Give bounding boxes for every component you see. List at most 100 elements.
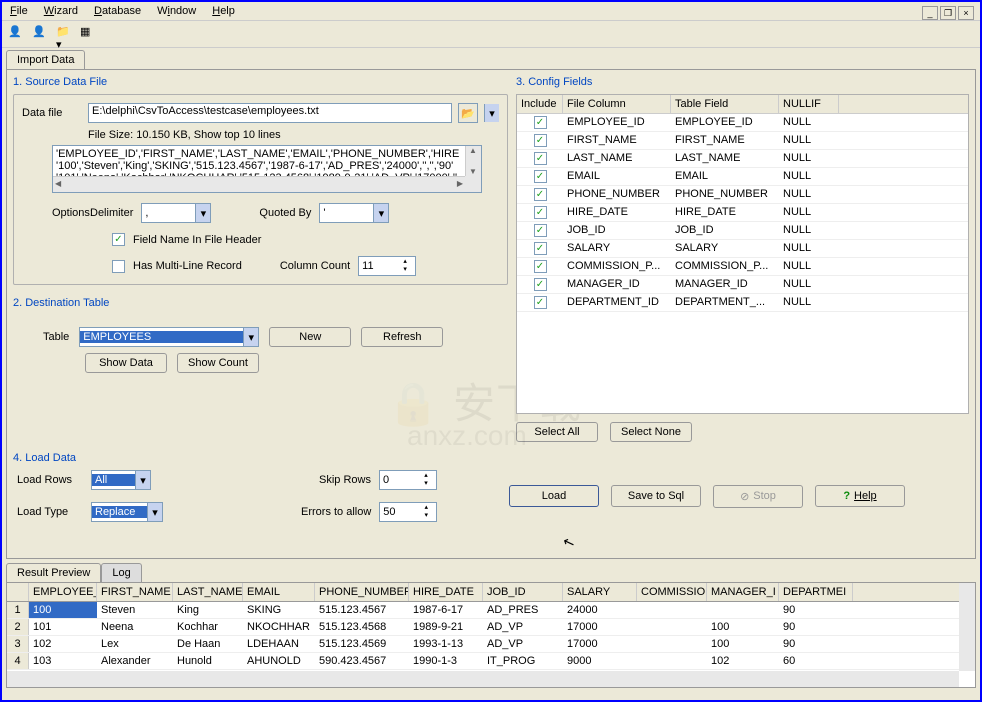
tab-log[interactable]: Log <box>101 563 141 582</box>
result-vscroll[interactable] <box>959 583 975 671</box>
config-row[interactable]: ✓DEPARTMENT_IDDEPARTMENT_...NULL <box>517 294 968 312</box>
config-row[interactable]: ✓COMMISSION_P...COMMISSION_P...NULL <box>517 258 968 276</box>
col-file-column[interactable]: File Column <box>563 95 671 113</box>
show-data-button[interactable]: Show Data <box>85 353 167 373</box>
result-hscroll[interactable] <box>7 671 959 687</box>
help-button[interactable]: ?Help <box>815 485 905 507</box>
menu-database[interactable]: Database <box>94 5 141 17</box>
include-checkbox[interactable]: ✓ <box>534 170 547 183</box>
result-header[interactable]: EMAIL <box>243 583 315 601</box>
include-checkbox[interactable]: ✓ <box>534 134 547 147</box>
result-header[interactable]: FIRST_NAME <box>97 583 173 601</box>
chevron-down-icon[interactable]: ▾ <box>147 503 162 521</box>
menu-wizard[interactable]: Wizard <box>44 5 78 17</box>
cursor-icon: ↖ <box>560 533 577 553</box>
app-window: File Wizard Database Window Help _ ❐ × 👤… <box>0 0 982 702</box>
save-to-sql-button[interactable]: Save to Sql <box>611 485 701 507</box>
stop-button[interactable]: ⊘Stop <box>713 485 803 508</box>
include-checkbox[interactable]: ✓ <box>534 152 547 165</box>
tab-result-preview[interactable]: Result Preview <box>6 563 101 582</box>
chevron-down-icon[interactable]: ▾ <box>195 204 210 222</box>
include-checkbox[interactable]: ✓ <box>534 260 547 273</box>
menu-window[interactable]: Window <box>157 5 196 17</box>
load-rows-combo[interactable]: All▾ <box>91 470 151 490</box>
include-checkbox[interactable]: ✓ <box>534 224 547 237</box>
result-header[interactable]: DEPARTMEI <box>779 583 853 601</box>
result-header[interactable]: HIRE_DATE <box>409 583 483 601</box>
config-row[interactable]: ✓SALARYSALARYNULL <box>517 240 968 258</box>
user-icon[interactable]: 👤 <box>8 25 26 43</box>
load-type-label: Load Type <box>13 506 83 518</box>
chevron-down-icon[interactable]: ▾ <box>243 328 258 346</box>
result-row[interactable]: 3102LexDe HaanLDEHAAN515.123.45691993-1-… <box>7 636 975 653</box>
result-header[interactable]: PHONE_NUMBER <box>315 583 409 601</box>
field-name-header-label: Field Name In File Header <box>133 234 261 246</box>
config-row[interactable]: ✓EMPLOYEE_IDEMPLOYEE_IDNULL <box>517 114 968 132</box>
minimize-button[interactable]: _ <box>922 6 938 20</box>
result-header[interactable]: LAST_NAME <box>173 583 243 601</box>
load-rows-label: Load Rows <box>13 474 83 486</box>
include-checkbox[interactable]: ✓ <box>534 296 547 309</box>
field-name-header-checkbox[interactable]: ✓ <box>112 233 125 246</box>
table-label: Table <box>43 331 69 343</box>
file-open-button[interactable]: 📂 <box>458 103 478 123</box>
result-header[interactable]: MANAGER_I <box>707 583 779 601</box>
file-dropdown-button[interactable]: ▾ <box>484 104 499 122</box>
help-icon: ? <box>843 490 850 502</box>
result-header[interactable]: JOB_ID <box>483 583 563 601</box>
menu-file[interactable]: File <box>10 5 28 17</box>
multiline-checkbox[interactable] <box>112 260 125 273</box>
chevron-down-icon[interactable]: ▾ <box>373 204 388 222</box>
folder-icon[interactable]: 📁▾ <box>56 25 74 43</box>
result-grid[interactable]: EMPLOYEE_ FIRST_NAME LAST_NAME EMAIL PHO… <box>6 582 976 688</box>
result-header[interactable]: COMMISSIO <box>637 583 707 601</box>
result-row[interactable]: 1100StevenKingSKING515.123.45671987-6-17… <box>7 602 975 619</box>
result-header[interactable]: SALARY <box>563 583 637 601</box>
show-count-button[interactable]: Show Count <box>177 353 259 373</box>
include-checkbox[interactable]: ✓ <box>534 116 547 129</box>
data-file-input[interactable]: E:\delphi\CsvToAccess\testcase\employees… <box>88 103 452 123</box>
config-row[interactable]: ✓FIRST_NAMEFIRST_NAMENULL <box>517 132 968 150</box>
config-fields-grid[interactable]: Include File Column Table Field NULLIF ✓… <box>516 94 969 414</box>
result-header[interactable]: EMPLOYEE_ <box>29 583 97 601</box>
config-row[interactable]: ✓EMAILEMAILNULL <box>517 168 968 186</box>
column-count-input[interactable]: ▴▾ <box>358 256 416 276</box>
include-checkbox[interactable]: ✓ <box>534 278 547 291</box>
include-checkbox[interactable]: ✓ <box>534 206 547 219</box>
table-combo[interactable]: EMPLOYEES▾ <box>79 327 259 347</box>
config-row[interactable]: ✓PHONE_NUMBERPHONE_NUMBERNULL <box>517 186 968 204</box>
menu-help[interactable]: Help <box>212 5 235 17</box>
select-none-button[interactable]: Select None <box>610 422 692 442</box>
errors-allow-label: Errors to allow <box>301 506 371 518</box>
include-checkbox[interactable]: ✓ <box>534 242 547 255</box>
multiline-label: Has Multi-Line Record <box>133 260 242 272</box>
delimiter-combo[interactable]: ,▾ <box>141 203 211 223</box>
select-all-button[interactable]: Select All <box>516 422 598 442</box>
load-type-combo[interactable]: Replace▾ <box>91 502 163 522</box>
close-button[interactable]: × <box>958 6 974 20</box>
config-row[interactable]: ✓HIRE_DATEHIRE_DATENULL <box>517 204 968 222</box>
errors-allow-input[interactable]: ▴▾ <box>379 502 437 522</box>
config-row[interactable]: ✓JOB_IDJOB_IDNULL <box>517 222 968 240</box>
preview-vscroll[interactable] <box>465 146 481 176</box>
grid-icon[interactable]: ▦ <box>80 25 98 43</box>
restore-button[interactable]: ❐ <box>940 6 956 20</box>
config-row[interactable]: ✓LAST_NAMELAST_NAMENULL <box>517 150 968 168</box>
new-button[interactable]: New <box>269 327 351 347</box>
skip-rows-input[interactable]: ▴▾ <box>379 470 437 490</box>
preview-hscroll[interactable] <box>53 176 465 192</box>
result-row[interactable]: 2101NeenaKochharNKOCHHAR515.123.45681989… <box>7 619 975 636</box>
col-include[interactable]: Include <box>517 95 563 113</box>
tab-import-data[interactable]: Import Data <box>6 50 85 69</box>
col-nullif[interactable]: NULLIF <box>779 95 839 113</box>
quoted-by-combo[interactable]: '▾ <box>319 203 389 223</box>
user-remove-icon[interactable]: 👤 <box>32 25 50 43</box>
chevron-down-icon[interactable]: ▾ <box>135 471 150 489</box>
load-button[interactable]: Load <box>509 485 599 507</box>
include-checkbox[interactable]: ✓ <box>534 188 547 201</box>
result-row[interactable]: 4103AlexanderHunoldAHUNOLD590.423.456719… <box>7 653 975 670</box>
refresh-button[interactable]: Refresh <box>361 327 443 347</box>
config-row[interactable]: ✓MANAGER_IDMANAGER_IDNULL <box>517 276 968 294</box>
col-table-field[interactable]: Table Field <box>671 95 779 113</box>
file-preview[interactable]: 'EMPLOYEE_ID','FIRST_NAME','LAST_NAME','… <box>52 145 482 193</box>
